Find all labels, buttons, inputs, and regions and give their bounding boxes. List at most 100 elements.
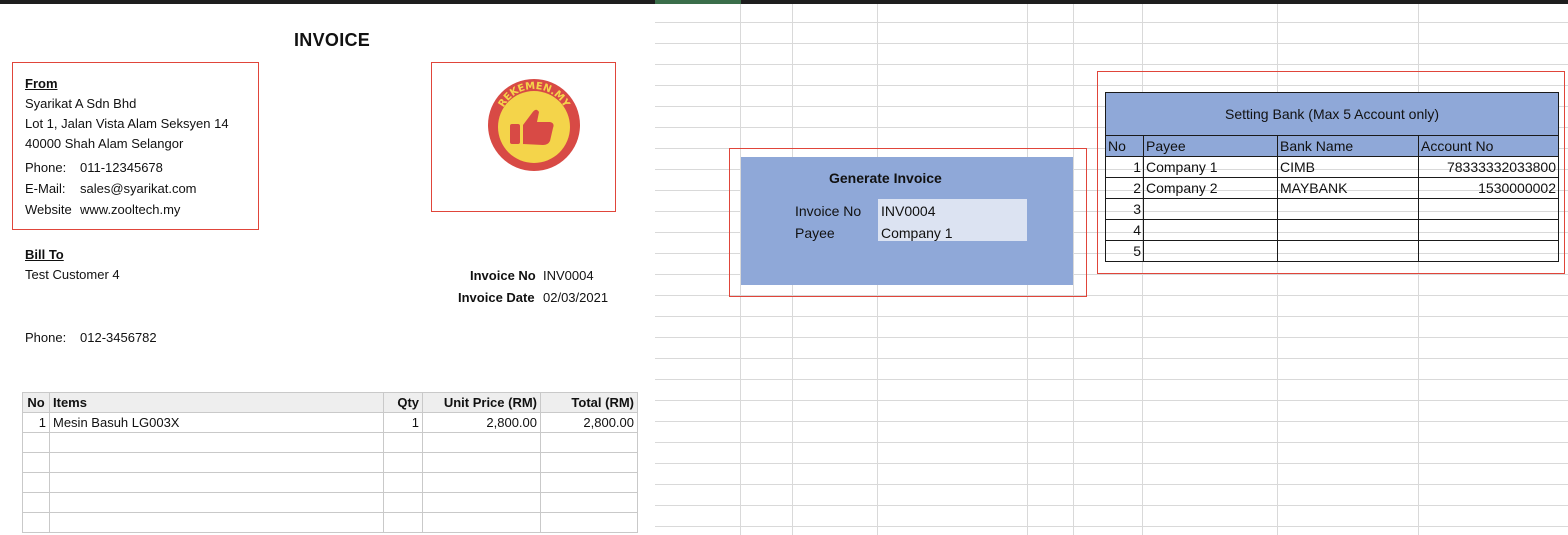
table-row-empty[interactable]: [22, 452, 638, 473]
row-qty[interactable]: 1: [383, 412, 423, 433]
bank-row-payee[interactable]: Company 1: [1143, 156, 1278, 178]
cell[interactable]: [22, 432, 50, 453]
from-address2: 40000 Shah Alam Selangor: [25, 136, 184, 151]
row-item[interactable]: Mesin Basuh LG003X: [49, 412, 384, 433]
col-items: Items: [49, 392, 384, 413]
from-address1: Lot 1, Jalan Vista Alam Seksyen 14: [25, 116, 229, 131]
cell[interactable]: [540, 492, 638, 513]
generate-invoice-panel: Generate Invoice Invoice No INV0004 Paye…: [741, 157, 1073, 285]
cell[interactable]: [422, 452, 541, 473]
generate-invoice-title: Generate Invoice: [829, 170, 942, 186]
bank-row-no[interactable]: 3: [1105, 198, 1144, 220]
bank-row-account[interactable]: [1418, 198, 1559, 220]
bill-to-phone: 012-3456782: [80, 330, 157, 345]
bank-row[interactable]: 5: [1105, 240, 1559, 262]
bank-row-bank[interactable]: [1277, 240, 1419, 262]
bank-row-bank[interactable]: CIMB: [1277, 156, 1419, 178]
cell[interactable]: [540, 452, 638, 473]
bank-row[interactable]: 2 Company 2 MAYBANK 1530000002: [1105, 177, 1559, 199]
bank-row-payee[interactable]: [1143, 219, 1278, 241]
bank-row-no[interactable]: 2: [1105, 177, 1144, 199]
col-qty: Qty: [383, 392, 423, 413]
from-email: sales@syarikat.com: [80, 181, 197, 196]
cell[interactable]: [383, 512, 423, 533]
bank-row-no[interactable]: 5: [1105, 240, 1144, 262]
bank-row[interactable]: 4: [1105, 219, 1559, 241]
bank-settings-title: Setting Bank (Max 5 Account only): [1105, 92, 1559, 136]
cell[interactable]: [49, 492, 384, 513]
bank-settings-table: Setting Bank (Max 5 Account only) No Pay…: [1105, 92, 1559, 262]
table-header-row: No Items Qty Unit Price (RM) Total (RM): [22, 392, 638, 413]
cell[interactable]: [383, 492, 423, 513]
cell[interactable]: [540, 512, 638, 533]
from-phone: 011-12345678: [80, 160, 163, 175]
invoice-items-table: No Items Qty Unit Price (RM) Total (RM) …: [22, 392, 638, 533]
col-no: No: [22, 392, 50, 413]
bank-row-account[interactable]: 1530000002: [1418, 177, 1559, 199]
bank-row-account[interactable]: [1418, 219, 1559, 241]
cell[interactable]: [49, 452, 384, 473]
from-email-label: E-Mail:: [25, 181, 66, 196]
bank-row-payee[interactable]: [1143, 198, 1278, 220]
bill-to-heading: Bill To: [25, 247, 64, 262]
bank-row-bank[interactable]: MAYBANK: [1277, 177, 1419, 199]
bank-row-bank[interactable]: [1277, 219, 1419, 241]
cell[interactable]: [383, 452, 423, 473]
bank-col-account-no: Account No: [1418, 135, 1559, 157]
cell[interactable]: [383, 472, 423, 493]
table-row-empty[interactable]: [22, 432, 638, 453]
row-unit-price[interactable]: 2,800.00: [422, 412, 541, 433]
generate-payee-select[interactable]: Company 1: [881, 225, 953, 241]
generate-invoice-no-label: Invoice No: [795, 203, 862, 219]
invoice-title: INVOICE: [294, 30, 371, 50]
table-row-empty[interactable]: [22, 472, 638, 493]
cell[interactable]: [49, 472, 384, 493]
cell[interactable]: [422, 512, 541, 533]
invoice-date-value: 02/03/2021: [543, 290, 609, 305]
bank-row-no[interactable]: 1: [1105, 156, 1144, 178]
bank-col-payee: Payee: [1143, 135, 1278, 157]
invoice-no-value: INV0004: [543, 268, 594, 283]
table-row[interactable]: 1 Mesin Basuh LG003X 1 2,800.00 2,800.00: [22, 412, 638, 433]
cell[interactable]: [22, 472, 50, 493]
invoice-no-label: Invoice No: [470, 268, 536, 283]
cell[interactable]: [49, 432, 384, 453]
bank-row-payee[interactable]: [1143, 240, 1278, 262]
from-website-label: Website: [25, 202, 72, 217]
row-no[interactable]: 1: [22, 412, 50, 433]
bank-col-bank-name: Bank Name: [1277, 135, 1419, 157]
cell[interactable]: [422, 492, 541, 513]
from-phone-label: Phone:: [25, 160, 67, 175]
bill-to-phone-label: Phone:: [25, 330, 67, 345]
cell[interactable]: [22, 492, 50, 513]
from-website: www.zooltech.my: [80, 202, 181, 217]
table-row-empty[interactable]: [22, 512, 638, 533]
from-company: Syarikat A Sdn Bhd: [25, 96, 137, 111]
bank-row-account[interactable]: 78333332033800: [1418, 156, 1559, 178]
logo-icon: REKEMEN.MY: [488, 79, 580, 171]
cell[interactable]: [49, 512, 384, 533]
bank-col-no: No: [1105, 135, 1144, 157]
cell[interactable]: [22, 452, 50, 473]
cell[interactable]: [540, 432, 638, 453]
bank-row-payee[interactable]: Company 2: [1143, 177, 1278, 199]
bill-to-customer: Test Customer 4: [25, 267, 120, 282]
from-heading: From: [25, 76, 58, 91]
cell[interactable]: [422, 432, 541, 453]
bank-row-no[interactable]: 4: [1105, 219, 1144, 241]
invoice-date-label: Invoice Date: [458, 290, 535, 305]
generate-invoice-no-input[interactable]: INV0004: [881, 203, 935, 219]
cell[interactable]: [540, 472, 638, 493]
bank-row[interactable]: 3: [1105, 198, 1559, 220]
cell[interactable]: [22, 512, 50, 533]
bank-row-bank[interactable]: [1277, 198, 1419, 220]
bank-row[interactable]: 1 Company 1 CIMB 78333332033800: [1105, 156, 1559, 178]
bank-row-account[interactable]: [1418, 240, 1559, 262]
col-unit-price: Unit Price (RM): [422, 392, 541, 413]
cell[interactable]: [422, 472, 541, 493]
cell[interactable]: [383, 432, 423, 453]
col-total: Total (RM): [540, 392, 638, 413]
row-total[interactable]: 2,800.00: [540, 412, 638, 433]
bank-header-row: No Payee Bank Name Account No: [1105, 135, 1559, 157]
table-row-empty[interactable]: [22, 492, 638, 513]
